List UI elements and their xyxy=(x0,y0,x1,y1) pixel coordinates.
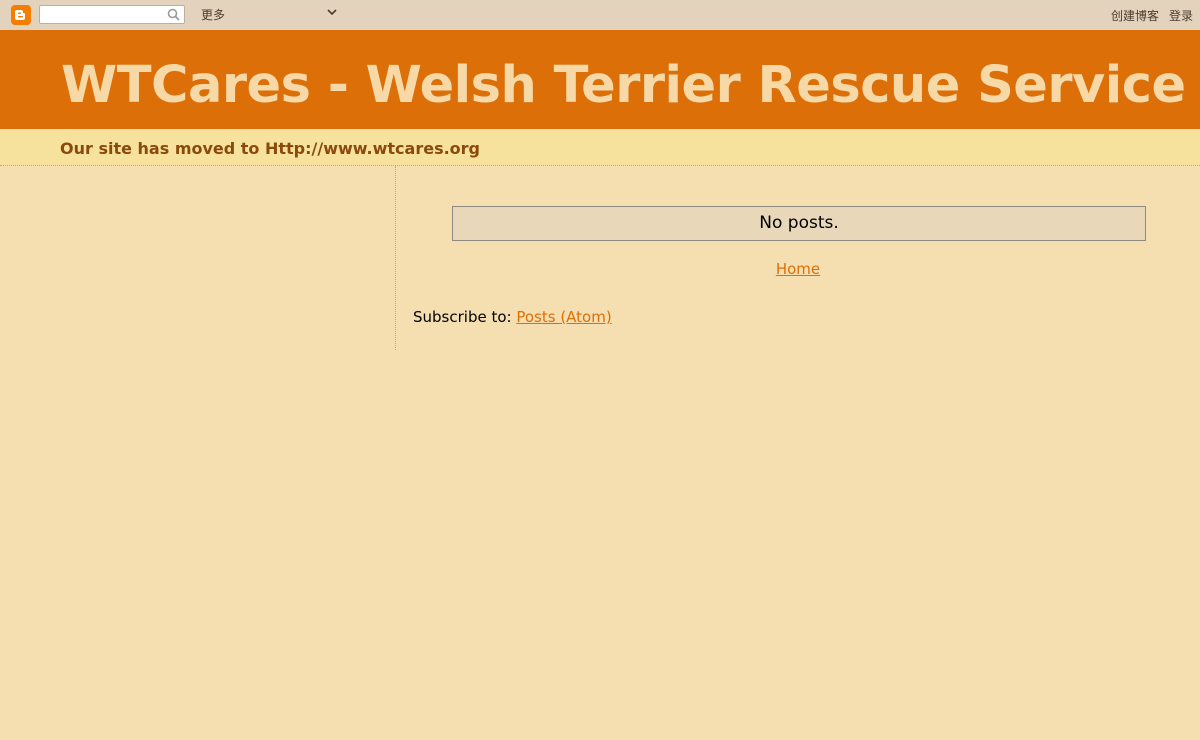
blogger-logo-icon[interactable] xyxy=(11,5,31,25)
blog-description: Our site has moved to Http://www.wtcares… xyxy=(60,139,481,158)
posts-atom-link[interactable]: Posts (Atom) xyxy=(516,308,611,326)
login-link[interactable]: 登录 xyxy=(1169,7,1193,24)
subscribe-row: Subscribe to: Posts (Atom) xyxy=(413,308,612,326)
blog-title[interactable]: WTCares - Welsh Terrier Rescue Service xyxy=(61,60,1186,111)
no-posts-message: No posts. xyxy=(452,206,1146,241)
search-input[interactable] xyxy=(39,5,185,24)
create-blog-link[interactable]: 创建博客 xyxy=(1111,7,1159,24)
navbar-right-links: 创建博客 登录 xyxy=(1111,7,1193,24)
search-icon[interactable] xyxy=(167,8,180,21)
blog-description-bar: Our site has moved to Http://www.wtcares… xyxy=(0,129,1200,166)
subscribe-label: Subscribe to: xyxy=(413,308,512,326)
blog-header: WTCares - Welsh Terrier Rescue Service xyxy=(0,30,1200,129)
home-link[interactable]: Home xyxy=(776,260,820,278)
blogger-navbar: 更多 创建博客 登录 xyxy=(0,0,1200,30)
home-link-row: Home xyxy=(0,260,1200,278)
more-menu[interactable]: 更多 xyxy=(201,6,225,23)
sidebar-divider xyxy=(395,166,396,350)
chevron-down-icon[interactable] xyxy=(327,9,337,16)
